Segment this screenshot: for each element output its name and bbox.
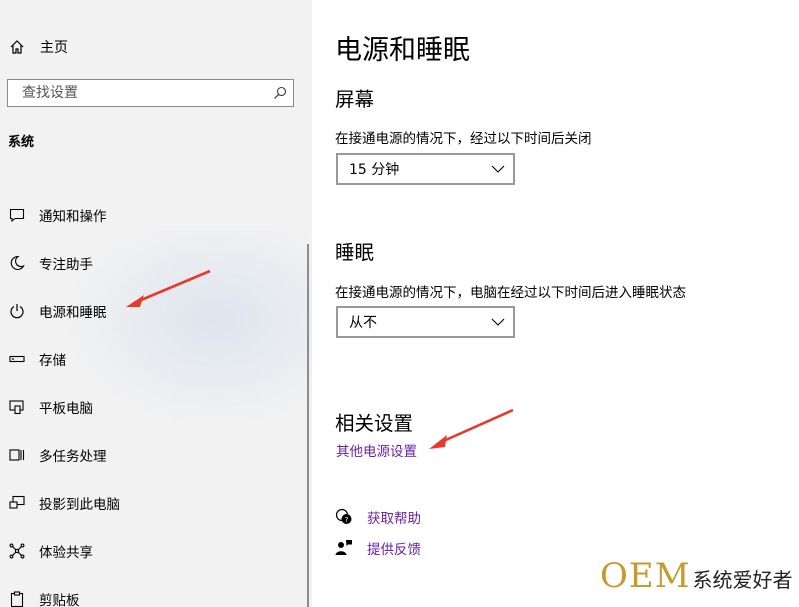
sidebar-item-label: 存储 bbox=[39, 353, 66, 369]
share-icon bbox=[8, 542, 26, 560]
home-icon bbox=[8, 38, 26, 56]
related-settings-heading: 相关设置 bbox=[335, 412, 414, 435]
chevron-down-icon bbox=[483, 307, 513, 337]
sleep-heading: 睡眠 bbox=[335, 241, 375, 264]
sidebar-item-label: 通知和操作 bbox=[39, 209, 107, 225]
screen-description: 在接通电源的情况下，经过以下时间后关闭 bbox=[335, 131, 592, 147]
page-title: 电源和睡眠 bbox=[335, 35, 470, 66]
storage-icon bbox=[8, 350, 26, 368]
sidebar-item-label: 电源和睡眠 bbox=[39, 305, 107, 321]
additional-power-settings-link[interactable]: 其他电源设置 bbox=[336, 440, 417, 460]
search-icon[interactable] bbox=[267, 80, 293, 106]
notification-icon bbox=[8, 206, 26, 224]
home-nav-item[interactable]: 主页 bbox=[8, 35, 68, 59]
clipboard-icon bbox=[8, 590, 26, 607]
feedback-person-icon bbox=[335, 539, 353, 557]
sidebar-item-label: 多任务处理 bbox=[39, 449, 107, 465]
sidebar-item-shared-experiences[interactable]: 体验共享 bbox=[8, 539, 298, 563]
give-feedback-label: 提供反馈 bbox=[367, 542, 421, 558]
sleep-timeout-value: 从不 bbox=[349, 315, 377, 331]
watermark-brand: OEM bbox=[600, 556, 691, 596]
sidebar-item-label: 剪贴板 bbox=[39, 593, 80, 607]
multitask-icon bbox=[8, 446, 26, 464]
sidebar-item-label: 平板电脑 bbox=[39, 401, 93, 417]
sidebar-item-clipboard[interactable]: 剪贴板 bbox=[8, 587, 298, 607]
get-help-link[interactable]: ? 获取帮助 bbox=[335, 507, 421, 527]
search-input[interactable] bbox=[20, 84, 267, 102]
power-icon bbox=[8, 302, 26, 320]
main-content: 电源和睡眠 屏幕 在接通电源的情况下，经过以下时间后关闭 15 分钟 睡眠 在接… bbox=[312, 0, 799, 607]
search-box[interactable] bbox=[7, 79, 294, 107]
tablet-icon bbox=[8, 398, 26, 416]
screen-timeout-dropdown[interactable]: 15 分钟 bbox=[336, 153, 515, 185]
section-title: 系统 bbox=[8, 135, 35, 150]
get-help-label: 获取帮助 bbox=[367, 511, 421, 527]
sidebar-scrollbar[interactable] bbox=[307, 244, 309, 607]
sleep-timeout-dropdown[interactable]: 从不 bbox=[336, 306, 515, 338]
sidebar-item-storage[interactable]: 存储 bbox=[8, 347, 298, 371]
sleep-description: 在接通电源的情况下，电脑在经过以下时间后进入睡眠状态 bbox=[335, 285, 686, 301]
sidebar-item-label: 体验共享 bbox=[39, 545, 93, 561]
moon-icon bbox=[8, 254, 26, 272]
give-feedback-link[interactable]: 提供反馈 bbox=[335, 538, 421, 558]
sidebar-item-label: 投影到此电脑 bbox=[39, 497, 120, 513]
project-icon bbox=[8, 494, 26, 512]
sidebar-item-project[interactable]: 投影到此电脑 bbox=[8, 491, 298, 515]
chevron-down-icon bbox=[483, 154, 513, 184]
help-chat-icon: ? bbox=[335, 508, 353, 526]
sidebar-item-multitasking[interactable]: 多任务处理 bbox=[8, 443, 298, 467]
sidebar-item-tablet[interactable]: 平板电脑 bbox=[8, 395, 298, 419]
watermark-logo: OEM 系统爱好者 bbox=[600, 556, 793, 596]
watermark-text: 系统爱好者 bbox=[692, 568, 793, 592]
screen-timeout-value: 15 分钟 bbox=[349, 162, 400, 178]
sidebar: 主页 系统 通知和操作 专注助手 电源和睡眠 存储 平板 bbox=[0, 0, 312, 607]
sidebar-item-label: 专注助手 bbox=[39, 257, 93, 273]
sidebar-item-focus-assist[interactable]: 专注助手 bbox=[8, 251, 298, 275]
sidebar-item-power-sleep[interactable]: 电源和睡眠 bbox=[8, 299, 298, 323]
svg-text:?: ? bbox=[345, 516, 349, 524]
sidebar-item-notifications[interactable]: 通知和操作 bbox=[8, 203, 298, 227]
screen-heading: 屏幕 bbox=[335, 88, 375, 111]
home-label: 主页 bbox=[40, 40, 68, 56]
